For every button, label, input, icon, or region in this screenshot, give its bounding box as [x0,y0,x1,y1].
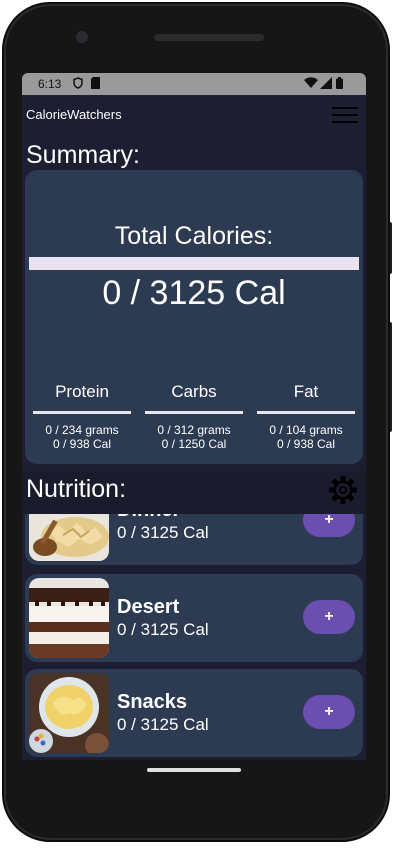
sim-card-icon [91,77,100,89]
meal-calories: 0 / 3125 Cal [117,620,209,639]
earpiece-speaker [154,34,264,41]
app-title: CalorieWatchers [26,107,122,122]
total-calories-value: 0 / 3125 Cal [102,274,286,312]
status-bar: 6:13 [22,73,366,95]
macro-grams: 0 / 234 grams [45,423,119,437]
dinner-image [29,514,109,561]
meal-calories: 0 / 3125 Cal [117,523,209,542]
macro-fat: Fat 0 / 104 grams 0 / 938 Cal [256,382,356,451]
desert-image [29,578,109,658]
volume-button [388,322,392,432]
gear-icon[interactable] [328,475,358,505]
nutrition-heading: Nutrition: [26,475,127,503]
meal-calories: 0 / 3125 Cal [117,715,209,734]
macro-cal: 0 / 938 Cal [52,437,112,451]
macro-grams: 0 / 312 grams [157,423,231,437]
macro-cal: 0 / 938 Cal [276,437,336,451]
macro-carbs: Carbs 0 / 312 grams 0 / 1250 Cal [144,382,244,451]
macro-progress-bar [257,411,355,414]
meal-card-desert[interactable]: Desert 0 / 3125 Cal + [25,574,363,662]
status-time: 6:13 [38,77,62,91]
macro-name: Carbs [171,382,217,401]
summary-heading: Summary: [26,141,140,169]
shield-icon [73,77,83,89]
snacks-image [29,673,109,753]
macro-name: Fat [293,382,319,401]
add-dinner-button[interactable]: + [303,514,355,537]
macro-protein: Protein 0 / 234 grams 0 / 938 Cal [32,382,132,451]
macro-grams: 0 / 104 grams [269,423,343,437]
front-camera [76,31,88,43]
macro-cal: 0 / 1250 Cal [161,437,227,451]
battery-icon [336,77,343,89]
meal-name: Desert [117,596,180,618]
signal-icon [320,77,332,89]
power-button [388,222,392,274]
macro-name: Protein [55,382,109,401]
meal-name: Dinner [117,514,180,522]
nutrition-header: Nutrition: [22,471,366,514]
meal-name: Snacks [117,691,188,713]
home-gesture-bar[interactable] [147,768,241,772]
summary-card: Total Calories: 0 / 3125 Cal Protein 0 /… [25,170,363,464]
macro-progress-bar [33,411,131,414]
add-desert-button[interactable]: + [303,600,355,634]
total-calories-progress-bar [29,257,359,270]
wifi-icon [304,77,318,88]
total-calories-label: Total Calories: [114,222,274,250]
hamburger-menu-icon[interactable] [332,106,358,124]
macro-progress-bar [145,411,243,414]
add-snacks-button[interactable]: + [303,695,355,729]
meal-list[interactable]: Dinner 0 / 3125 Cal + Desert 0 / 3125 Ca… [22,514,366,760]
meal-card-snacks[interactable]: Snacks 0 / 3125 Cal + [25,669,363,757]
meal-card-dinner[interactable]: Dinner 0 / 3125 Cal + [25,514,363,565]
app-screen: 6:13 CalorieWatchers Summary: Total Calo… [22,73,366,760]
